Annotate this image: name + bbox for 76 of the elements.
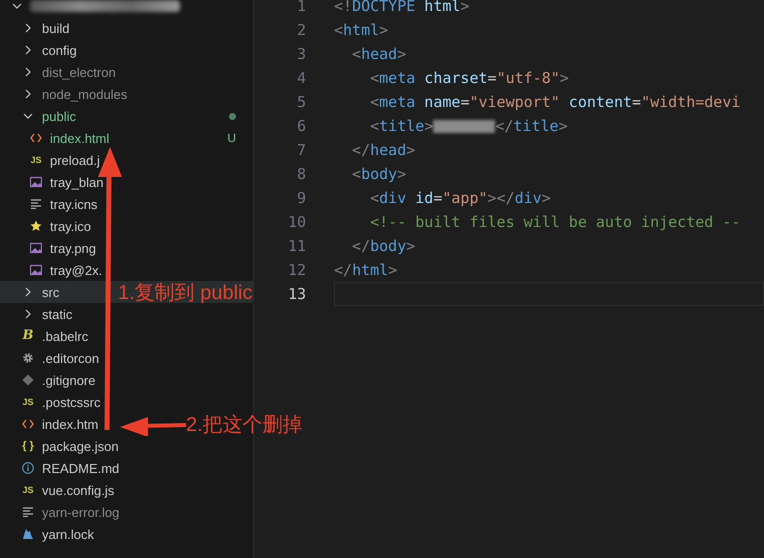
- file-tree-item[interactable]: yarn.lock: [42, 526, 94, 542]
- line-number: 2: [296, 21, 306, 39]
- file-tree-item[interactable]: config: [42, 42, 77, 58]
- image-icon: [30, 176, 42, 188]
- chevron-icon[interactable]: [23, 45, 33, 55]
- chevron-icon[interactable]: [23, 23, 33, 33]
- star-icon: [30, 220, 42, 232]
- line-number: 7: [296, 141, 306, 159]
- file-tree-item[interactable]: public: [42, 108, 76, 124]
- code-line: </body>: [351, 236, 416, 257]
- code-brackets-icon: [22, 419, 34, 429]
- braces-icon: { }: [22, 441, 34, 451]
- code-line: <html>: [334, 20, 390, 41]
- file-tree-item[interactable]: yarn-error.log: [42, 504, 120, 520]
- git-status-letter: U: [227, 131, 236, 145]
- js-icon: JS: [22, 397, 34, 407]
- file-tree-item[interactable]: .gitignore: [42, 372, 96, 388]
- file-tree-item[interactable]: index.htm: [42, 416, 98, 432]
- js-icon: JS: [22, 485, 34, 495]
- gear-icon: [22, 352, 34, 364]
- code-line: <div id="app"></div>: [369, 188, 552, 209]
- file-tree-item[interactable]: README.md: [42, 460, 120, 476]
- file-tree-item[interactable]: tray_blan: [50, 174, 104, 190]
- redaction-block: [433, 120, 496, 132]
- line-number: 12: [286, 261, 306, 279]
- file-tree-item[interactable]: preload.j: [50, 152, 100, 168]
- file-tree-item[interactable]: tray.icns: [50, 196, 98, 212]
- chevron-icon[interactable]: [23, 89, 33, 99]
- file-tree-item[interactable]: node_modules: [42, 86, 128, 102]
- file-tree-item[interactable]: package.json: [42, 438, 119, 454]
- file-tree-item[interactable]: static: [42, 306, 72, 322]
- code-line: </html>: [334, 260, 398, 281]
- code-line: <meta charset="utf-8">: [369, 68, 570, 89]
- line-number: 9: [296, 189, 306, 207]
- file-tree-item[interactable]: .editorcon: [42, 350, 100, 366]
- line-number: 3: [296, 45, 306, 63]
- file-tree-item[interactable]: tray.ico: [50, 218, 91, 234]
- code-line: <!-- built files will be auto injected --: [369, 212, 742, 233]
- file-tree-item[interactable]: .babelrc: [42, 328, 88, 344]
- js-icon: JS: [30, 155, 42, 165]
- code-line: <head>: [351, 44, 408, 65]
- diamond-icon: [22, 374, 34, 386]
- line-number: 4: [296, 69, 306, 87]
- file-tree-item[interactable]: dist_electron: [42, 64, 116, 80]
- line-number: 10: [286, 213, 306, 231]
- babel-icon: B: [22, 331, 34, 341]
- code-brackets-icon: [30, 133, 42, 143]
- text-lines-icon: [22, 507, 34, 517]
- image-icon: [30, 242, 42, 254]
- line-number: 5: [296, 93, 306, 111]
- code-line: </head>: [351, 140, 416, 161]
- file-tree-item[interactable]: tray.png: [50, 240, 96, 256]
- line-number: 6: [296, 117, 306, 135]
- file-tree-item[interactable]: index.html: [50, 130, 110, 146]
- chevron-icon[interactable]: [23, 67, 33, 77]
- chevron-icon[interactable]: [23, 287, 33, 297]
- file-tree-item[interactable]: .postcssrc: [42, 394, 101, 410]
- code-line: <body>: [351, 164, 408, 185]
- code-line: <title> </title>: [369, 116, 569, 137]
- file-tree-item[interactable]: src: [42, 284, 60, 300]
- line-number: 1: [296, 0, 306, 15]
- info-icon: [22, 462, 34, 474]
- line-number: 8: [296, 165, 306, 183]
- code-line: <meta name="viewport" content="width=devi: [369, 92, 742, 113]
- chevron-icon[interactable]: [23, 111, 33, 121]
- chevron-icon[interactable]: [12, 1, 22, 11]
- text-lines-icon: [30, 199, 42, 209]
- annotation-text: 1.复制到 public: [118, 281, 252, 306]
- file-tree-item[interactable]: vue.config.js: [42, 482, 114, 498]
- annotation-text: 2.把这个删掉: [186, 413, 303, 438]
- line-number: 13: [286, 285, 306, 303]
- chevron-icon[interactable]: [23, 309, 33, 319]
- file-tree-item[interactable]: tray@2x.: [50, 262, 102, 278]
- line-number: 11: [286, 237, 306, 255]
- file-tree-item[interactable]: build: [42, 20, 70, 36]
- image-icon: [30, 264, 42, 276]
